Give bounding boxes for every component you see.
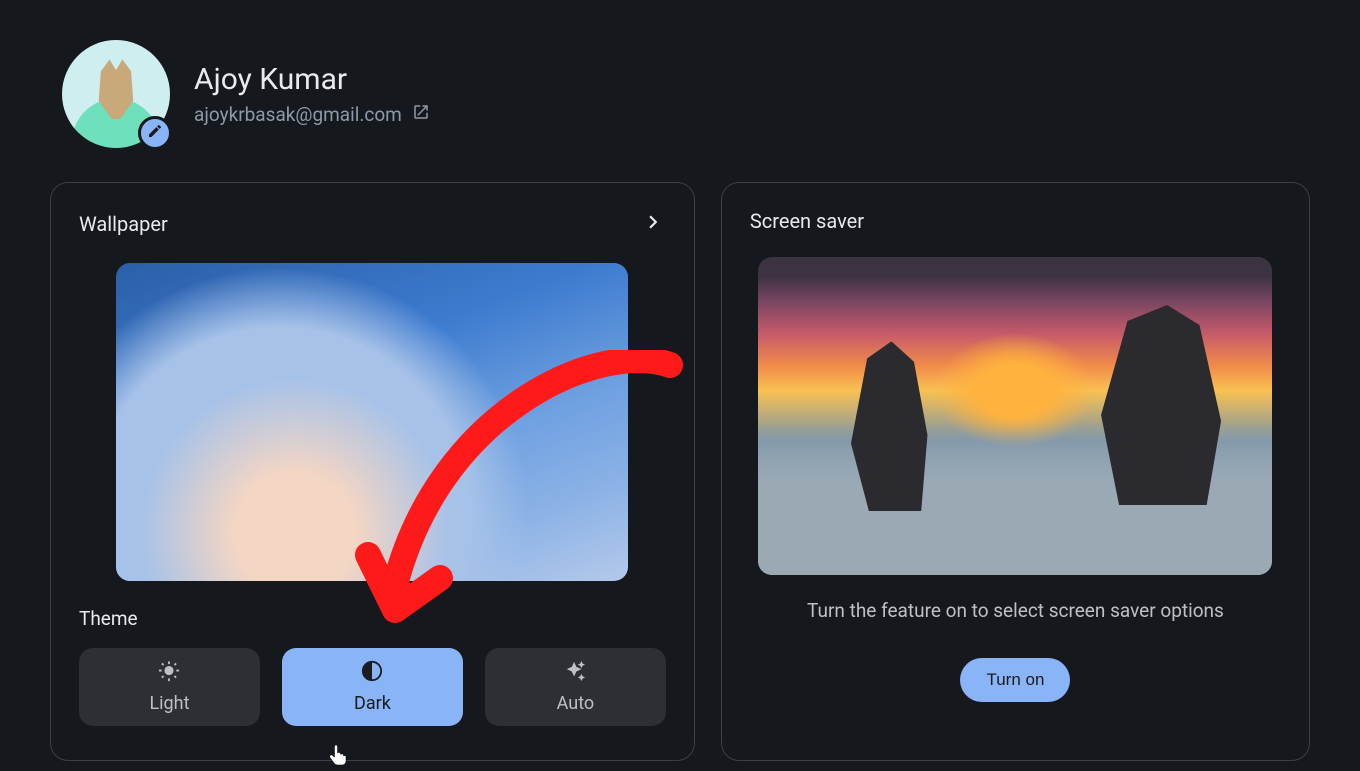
theme-light-button[interactable]: Light [79,648,260,726]
screensaver-image [758,257,1272,575]
contrast-icon [361,660,383,687]
edit-avatar-button[interactable] [138,116,172,150]
sparkle-icon [564,660,586,687]
turn-on-button[interactable]: Turn on [960,658,1070,702]
chevron-right-icon [640,209,666,239]
wallpaper-image [116,263,628,581]
theme-dark-button[interactable]: Dark [282,648,463,726]
screensaver-hint: Turn the feature on to select screen sav… [750,599,1281,622]
wallpaper-header[interactable]: Wallpaper [79,209,666,239]
theme-auto-button[interactable]: Auto [485,648,666,726]
screensaver-preview [758,257,1272,575]
external-link-icon [412,103,430,126]
screensaver-title: Screen saver [750,209,864,233]
profile-email: ajoykrbasak@gmail.com [194,103,402,126]
profile-email-link[interactable]: ajoykrbasak@gmail.com [194,103,430,126]
sun-icon [158,660,180,687]
wallpaper-title: Wallpaper [79,212,168,236]
theme-auto-label: Auto [557,693,595,714]
wallpaper-preview[interactable] [116,263,628,581]
theme-light-label: Light [149,693,189,714]
pencil-icon [147,123,163,143]
theme-dark-label: Dark [354,693,391,714]
wallpaper-card: Wallpaper Theme Light Dark [50,182,695,761]
theme-label: Theme [79,607,666,630]
profile-avatar[interactable] [62,40,170,148]
profile-name: Ajoy Kumar [194,62,430,97]
screensaver-card: Screen saver Turn the feature on to sele… [721,182,1310,761]
